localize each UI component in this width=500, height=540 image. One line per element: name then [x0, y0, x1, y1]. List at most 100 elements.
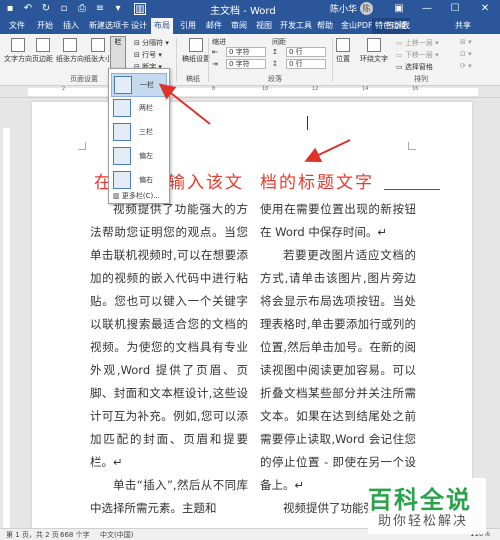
qat-more-icon[interactable]: ▾: [112, 3, 124, 15]
align-icon[interactable]: ⊞ ▾: [460, 38, 472, 46]
tab-new[interactable]: 新建选项卡: [86, 18, 132, 34]
print-icon[interactable]: ⎙: [76, 3, 88, 15]
title-bar: ▪ ↶ ↻ ▫ ⎙ ≡ ▾ ▥ 主文档 - Word 陈小华 陈 ▣ — ☐ ✕: [0, 0, 500, 18]
arrange-group-label: 排列: [414, 75, 428, 83]
page-setup-group-label: 页面设置: [70, 75, 98, 83]
indent-left-input[interactable]: 0 字符: [226, 47, 266, 57]
spacing-before-input[interactable]: 0 行: [286, 47, 326, 57]
manuscript-settings-button[interactable]: 稿纸设置: [182, 38, 210, 64]
page-count[interactable]: 第 1 页，共 2 页: [6, 530, 59, 540]
orientation-button[interactable]: 纸张方向: [56, 38, 84, 64]
close-button[interactable]: ✕: [476, 1, 494, 17]
manuscript-group-label: 稿纸: [186, 75, 200, 83]
line-numbers-button[interactable]: ⊟ 行号 ▾: [134, 50, 162, 60]
text-column-2[interactable]: 使用在需要位置出现的新按钮在 Word 中保存时间。↵ 若要更改图片适应文档的方…: [260, 198, 416, 520]
undo-icon[interactable]: ↶: [22, 3, 34, 15]
paragraph: 使用在需要位置出现的新按钮在 Word 中保存时间。↵: [260, 202, 416, 239]
ruler-track: [3, 128, 10, 528]
more-columns-link[interactable]: ▥ 更多栏(C)...: [113, 191, 160, 201]
group-icon[interactable]: ⊡ ▾: [460, 50, 472, 58]
tab-review[interactable]: 审阅: [228, 18, 250, 34]
tab-mailings[interactable]: 邮件: [203, 18, 225, 34]
share-button[interactable]: 共享: [455, 20, 471, 31]
watermark-subtitle: 助你轻松解决: [378, 514, 469, 529]
avatar[interactable]: 陈: [360, 2, 373, 15]
word-count[interactable]: 668 个字: [60, 530, 90, 540]
tab-references[interactable]: 引用: [177, 18, 199, 34]
position-button[interactable]: 位置: [336, 38, 350, 64]
ruler-mark: 10: [262, 86, 269, 92]
manuscript-icon: [189, 38, 203, 52]
tab-insert[interactable]: 插入: [60, 18, 82, 34]
selection-pane-button[interactable]: ▭ 选择窗格: [396, 62, 433, 72]
spacing-after-input[interactable]: 0 行: [286, 59, 326, 69]
redo-icon[interactable]: ↻: [40, 3, 52, 15]
paragraph: 单击“插入”,然后从不同库中选择所需元素。主题和: [90, 478, 248, 515]
ribbon-tabs: 文件 开始 插入 新建选项卡 设计 布局 引用 邮件 审阅 视图 开发工具 帮助…: [0, 18, 500, 34]
columns-dropdown: 一栏 两栏 三栏 偏左 偏右 ▥ 更多栏(C)...: [108, 68, 170, 204]
rotate-icon[interactable]: ⟳ ▾: [460, 62, 472, 70]
paragraph: 视频提供了功能强大的方法帮助您证明您的观点。当您单击联机视频时,可以在想要添加的…: [90, 202, 248, 469]
tab-help[interactable]: 帮助: [314, 18, 336, 34]
new-icon[interactable]: ▫: [58, 3, 70, 15]
paragraph: 若要更改图片适应文档的方式,请单击该图片,图片旁边将会显示布局选项按钮。当处理表…: [260, 248, 416, 492]
tab-developer[interactable]: 开发工具: [277, 18, 315, 34]
separator: [176, 38, 177, 82]
tab-layout[interactable]: 布局: [151, 18, 173, 34]
left-column-icon: [113, 147, 131, 165]
columns-qat-icon[interactable]: ▥: [134, 3, 146, 15]
wrap-text-button[interactable]: 环绕文字: [360, 38, 388, 64]
vertical-ruler[interactable]: [0, 98, 12, 528]
margins-button[interactable]: 页边距: [32, 38, 53, 64]
minimize-button[interactable]: —: [418, 1, 436, 17]
ruler-mark: 8: [212, 86, 216, 92]
tab-design[interactable]: 设计: [128, 18, 150, 34]
bring-forward-button[interactable]: ▭ 上移一层 ▾: [396, 38, 439, 48]
horizontal-ruler[interactable]: 2 4 6 8 10 12 14 16: [0, 86, 500, 98]
separator: [208, 38, 209, 82]
save-icon[interactable]: ▪: [4, 3, 16, 15]
wrap-text-icon: [367, 38, 381, 52]
ribbon-display-options-icon[interactable]: ▣: [390, 1, 408, 17]
paper-size-button[interactable]: 纸张大小: [84, 38, 112, 64]
document-page[interactable]: 在 输入该文 档的标题文字 视频提供了功能强大的方法帮助您证明您的观点。当您单击…: [32, 102, 472, 528]
list-icon[interactable]: ≡: [94, 3, 106, 15]
heading-right: 档的标题文字: [260, 173, 374, 193]
ribbon: 文字方向 页边距 纸张方向 纸张大小 栏 ⊟ 分隔符 ▾ ⊟ 行号 ▾ ⊟ 断字…: [0, 34, 500, 86]
tab-file[interactable]: 文件: [6, 18, 28, 34]
column-option-three[interactable]: 三栏: [111, 121, 167, 145]
column-option-left[interactable]: 偏左: [111, 145, 167, 169]
send-backward-button[interactable]: ▭ 下移一层 ▾: [396, 50, 439, 60]
tab-kingsoft-pdf[interactable]: 金山PDF: [338, 18, 376, 34]
spacing-before-icon: ↥: [272, 48, 278, 56]
column-option-two[interactable]: 两栏: [111, 97, 167, 121]
indent-right-icon: ⇥: [212, 60, 218, 68]
indent-left-icon: ⇤: [212, 48, 218, 56]
position-icon: [336, 38, 350, 52]
indent-right-input[interactable]: 0 字符: [226, 59, 266, 69]
watermark: 百科全说 助你轻松解决: [368, 478, 486, 534]
spacing-label: 间距: [272, 38, 286, 46]
right-column-icon: [113, 171, 131, 189]
text-column-1[interactable]: 视频提供了功能强大的方法帮助您证明您的观点。当您单击联机视频时,可以在想要添加的…: [90, 198, 248, 520]
column-option-right[interactable]: 偏右: [111, 169, 167, 193]
tab-home[interactable]: 开始: [34, 18, 56, 34]
restore-button[interactable]: ☐: [446, 1, 464, 17]
orientation-icon: [63, 38, 77, 52]
margin-corner: [408, 142, 416, 150]
column-option-one[interactable]: 一栏: [111, 73, 167, 97]
ruler-mark: 2: [62, 86, 66, 92]
margins-icon: [35, 38, 50, 52]
language[interactable]: 中文(中国): [100, 530, 133, 540]
columns-button[interactable]: 栏: [110, 36, 126, 70]
text-direction-icon: [11, 38, 25, 52]
text-cursor: [307, 116, 308, 130]
ruler-mark: 12: [312, 86, 319, 92]
text-direction-button[interactable]: 文字方向: [4, 38, 32, 64]
tell-me[interactable]: 告诉我: [386, 20, 410, 31]
breaks-button[interactable]: ⊟ 分隔符 ▾: [134, 38, 169, 48]
paper-size-icon: [91, 38, 105, 52]
tab-view[interactable]: 视图: [253, 18, 275, 34]
margin-corner: [78, 142, 86, 150]
user-name[interactable]: 陈小华: [330, 2, 357, 15]
